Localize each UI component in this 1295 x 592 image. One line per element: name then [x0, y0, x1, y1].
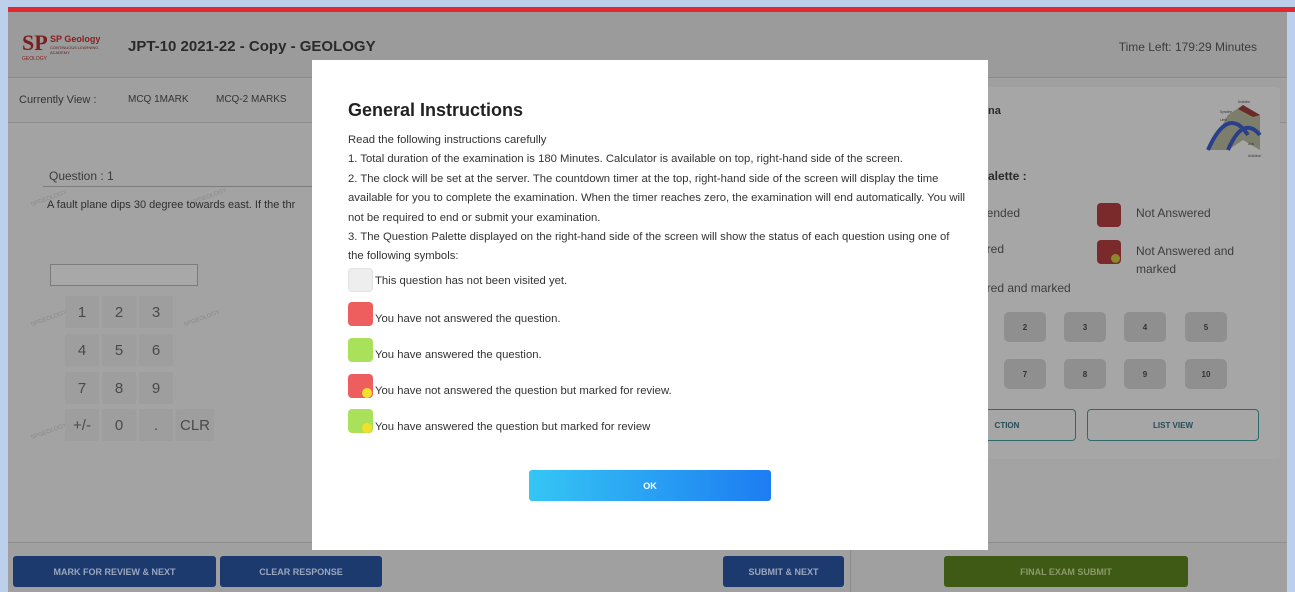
- not-answered-marked-swatch: [348, 374, 373, 398]
- illus-label: Limb: [1220, 118, 1227, 122]
- legend-not-answered-swatch: [1097, 203, 1121, 227]
- instruction-2: 2. The clock will be set at the server. …: [348, 172, 966, 224]
- final-exam-submit-button[interactable]: FINAL EXAM SUBMIT: [944, 556, 1188, 587]
- legend-answered-marked: ered and marked: [980, 281, 1071, 295]
- palette-question-button[interactable]: 10: [1185, 359, 1227, 389]
- keypad-key-dot[interactable]: .: [139, 409, 173, 441]
- candidate-name: na: [988, 105, 1001, 117]
- countdown-timer: Time Left: 179:29 Minutes: [1118, 40, 1257, 54]
- keypad-key-7[interactable]: 7: [65, 372, 99, 404]
- keypad-key-0[interactable]: 0: [102, 409, 136, 441]
- palette-question-button[interactable]: 9: [1124, 359, 1166, 389]
- logo-brand: SP Geology: [50, 34, 101, 44]
- review-marker-dot: [362, 388, 372, 398]
- illus-label: Axis: [1248, 142, 1254, 146]
- instructions-intro: Read the following instructions carefull…: [348, 134, 547, 146]
- bar-divider: [850, 543, 851, 592]
- numeric-answer-input[interactable]: [50, 264, 198, 286]
- palette-question-button[interactable]: 2: [1004, 312, 1046, 342]
- watermark: SPGEOLOGY: [30, 422, 68, 442]
- keypad-key-6[interactable]: 6: [139, 334, 173, 366]
- logo-mark: SP: [22, 30, 48, 55]
- sp-geology-logo: SP SP Geology CONTINUOUS LEARNING ACADEM…: [22, 30, 106, 62]
- clear-response-button[interactable]: CLEAR RESPONSE: [220, 556, 382, 587]
- review-marker-dot: [1111, 254, 1120, 263]
- keypad-key-4[interactable]: 4: [65, 334, 99, 366]
- keypad-key-8[interactable]: 8: [102, 372, 136, 404]
- question-number: Question : 1: [49, 169, 114, 183]
- general-instructions-modal: General Instructions Read the following …: [312, 60, 988, 550]
- modal-title: General Instructions: [348, 100, 524, 120]
- instruction-3: 3. The Question Palette displayed on the…: [348, 231, 950, 263]
- keypad-key-3[interactable]: 3: [139, 296, 173, 328]
- tab-mcq-1mark[interactable]: MCQ 1MARK: [128, 94, 189, 105]
- palette-question-button[interactable]: 4: [1124, 312, 1166, 342]
- symbol-label: You have not answered the question.: [375, 313, 561, 325]
- illus-label: Anticline: [1238, 100, 1250, 104]
- question-divider: [43, 186, 323, 187]
- palette-heading: alette :: [988, 169, 1027, 183]
- instruction-1: 1. Total duration of the examination is …: [348, 153, 903, 166]
- keypad-key-clr[interactable]: CLR: [176, 409, 214, 441]
- palette-question-button[interactable]: 8: [1064, 359, 1106, 389]
- fold-illustration-icon: Anticline Syncline Limb Axis Anticlinal: [1206, 100, 1262, 158]
- mark-review-next-button[interactable]: MARK FOR REVIEW & NEXT: [13, 556, 216, 587]
- keypad-key-5[interactable]: 5: [102, 334, 136, 366]
- illus-label: Syncline: [1220, 110, 1232, 114]
- exam-title: JPT-10 2021-22 - Copy - GEOLOGY: [128, 38, 376, 55]
- keypad-key-2[interactable]: 2: [102, 296, 136, 328]
- answered-marked-swatch: [348, 409, 373, 433]
- not-answered-swatch: [348, 302, 373, 326]
- not-visited-swatch: [348, 268, 373, 292]
- keypad-key-1[interactable]: 1: [65, 296, 99, 328]
- logo-subtitle: CONTINUOUS LEARNING ACADEMY: [50, 45, 99, 55]
- symbol-label: You have answered the question.: [375, 349, 542, 361]
- symbol-label: You have not answered the question but m…: [375, 385, 672, 397]
- review-marker-dot: [362, 423, 372, 433]
- app-frame: SP SP Geology CONTINUOUS LEARNING ACADEM…: [0, 0, 1295, 592]
- watermark: SPGEOLOGY: [30, 309, 68, 329]
- logo-tag: GEOLOGY: [22, 56, 48, 62]
- list-view-button[interactable]: LIST VIEW: [1087, 409, 1259, 441]
- question-text: A fault plane dips 30 degree towards eas…: [47, 199, 296, 211]
- symbol-label: This question has not been visited yet.: [375, 275, 568, 287]
- modal-instructions: Read the following instructions carefull…: [348, 131, 968, 267]
- ok-button[interactable]: OK: [529, 470, 771, 501]
- legend-not-answered-marked: Not Answered and marked: [1136, 244, 1235, 276]
- palette-question-button[interactable]: 7: [1004, 359, 1046, 389]
- palette-question-button[interactable]: 5: [1185, 312, 1227, 342]
- keypad-key-9[interactable]: 9: [139, 372, 173, 404]
- palette-question-button[interactable]: 3: [1064, 312, 1106, 342]
- illus-label: Anticlinal: [1248, 154, 1261, 158]
- keypad-key-sign[interactable]: +/-: [65, 409, 99, 441]
- answered-swatch: [348, 338, 373, 362]
- legend-not-answered: Not Answered: [1136, 206, 1211, 220]
- watermark: SPGEOLOGY: [183, 309, 221, 329]
- tab-mcq-2marks[interactable]: MCQ-2 MARKS: [216, 94, 287, 105]
- symbol-label: You have answered the question but marke…: [375, 421, 651, 433]
- submit-next-button[interactable]: SUBMIT & NEXT: [723, 556, 844, 587]
- current-view-label: Currently View :: [19, 94, 97, 106]
